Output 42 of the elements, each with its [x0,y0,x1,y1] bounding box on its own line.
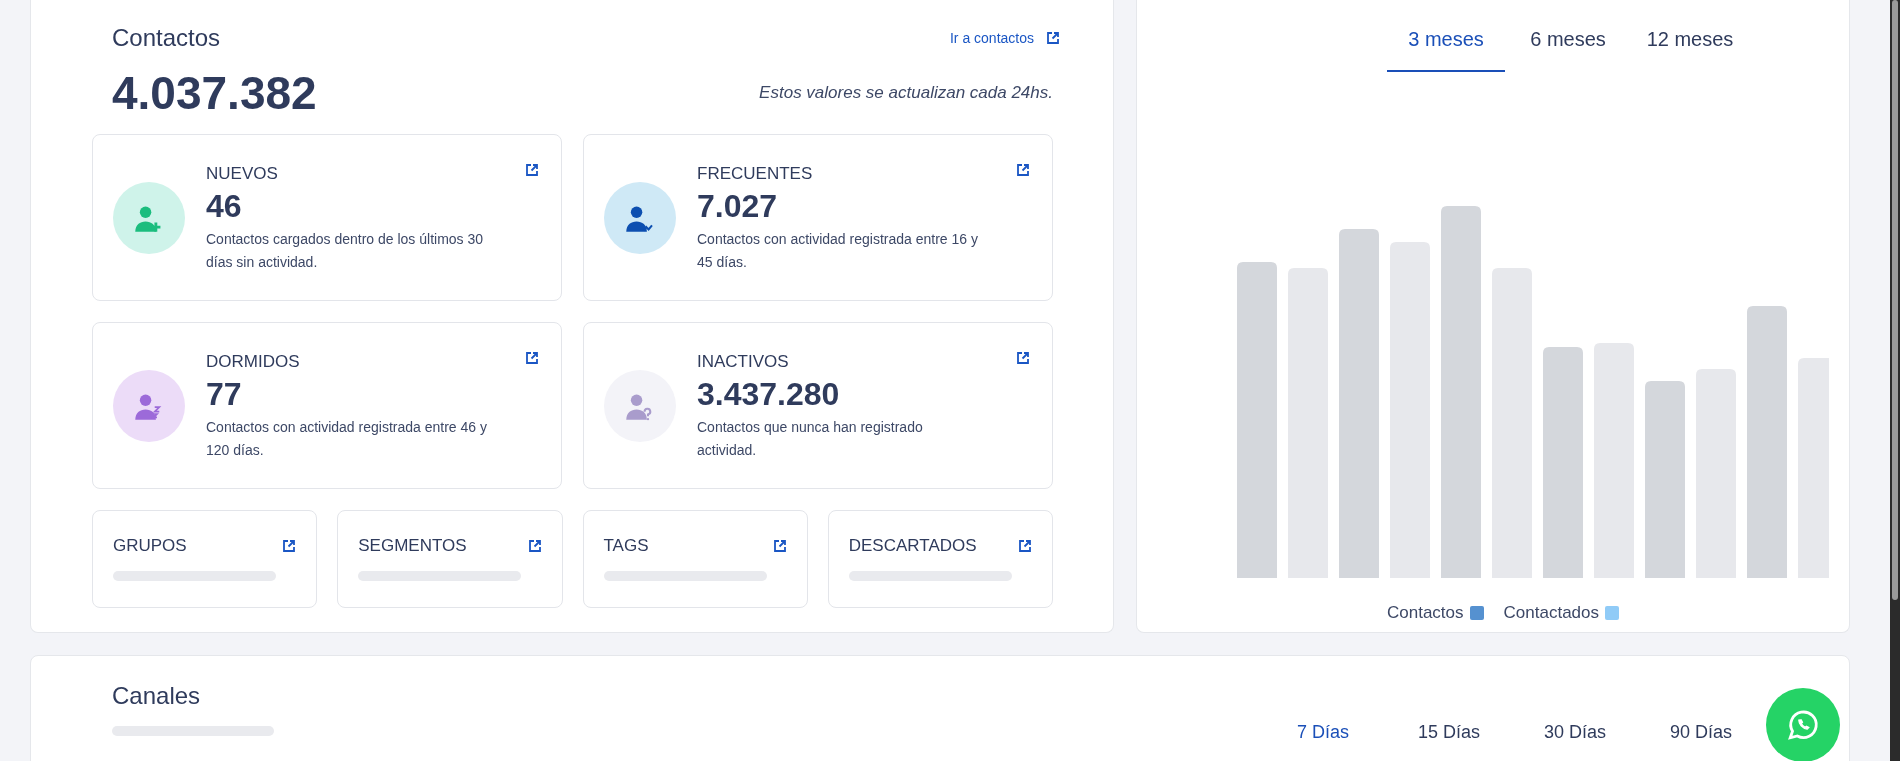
period-tab[interactable]: 7 Días [1275,704,1371,761]
legend-label: Contactos [1387,602,1464,624]
card-value: 7.027 [697,187,779,227]
card-title: DESCARTADOS [848,535,977,557]
external-link-icon[interactable] [527,538,542,553]
external-link-icon[interactable] [1016,163,1030,177]
card-title: NUEVOS [206,162,279,185]
external-link-icon[interactable] [772,538,787,553]
card-title: GRUPOS [113,535,187,557]
period-tab[interactable]: 15 Días [1401,704,1497,761]
card-value: 3.437.280 [697,375,841,415]
legend-label: Contactados [1503,602,1599,624]
whatsapp-icon [1786,708,1820,742]
card-description: Contactos que nunca han registrado actividad. [697,418,924,461]
total-count: 4.037.382 [112,70,317,116]
period-tab[interactable]: 12 meses [1631,24,1749,72]
card-description: Contactos con actividad registrada entre 16 y 45 días. [697,230,979,273]
scrollbar[interactable] [1890,0,1900,761]
card-value: 77 [206,375,243,415]
contacts-link[interactable]: Ir a contactos [949,27,1060,49]
external-link-icon[interactable] [282,538,297,553]
period-tab[interactable]: 6 meses [1509,24,1627,72]
external-link-icon[interactable] [1018,538,1032,553]
external-link-icon[interactable] [1046,31,1060,45]
period-tab[interactable]: 90 Días [1653,704,1749,761]
external-link-icon[interactable] [1016,351,1030,365]
card-title: INACTIVOS [697,350,790,373]
external-link-icon[interactable] [525,351,539,365]
update-note: Estos valores se actualizan cada 24hs. [759,82,1053,105]
card-title: DORMIDOS [206,350,301,373]
scrollbar-thumb[interactable] [1892,0,1898,600]
card-description: Contactos cargados dentro de los últimos 30 días sin actividad. [206,230,485,273]
card-value: 46 [206,187,243,227]
card-title: SEGMENTOS [358,535,467,557]
card-description: Contactos con actividad registrada entre 46 y 120 días. [206,418,488,461]
period-tab[interactable]: 3 meses [1387,24,1505,72]
section-title: Contactos [112,23,221,53]
section-title: Canales [112,681,202,711]
card-title: FRECUENTES [697,162,814,185]
period-tab[interactable]: 30 Días [1527,704,1623,761]
external-link-icon[interactable] [525,163,539,177]
card-title: TAGS [603,535,649,557]
